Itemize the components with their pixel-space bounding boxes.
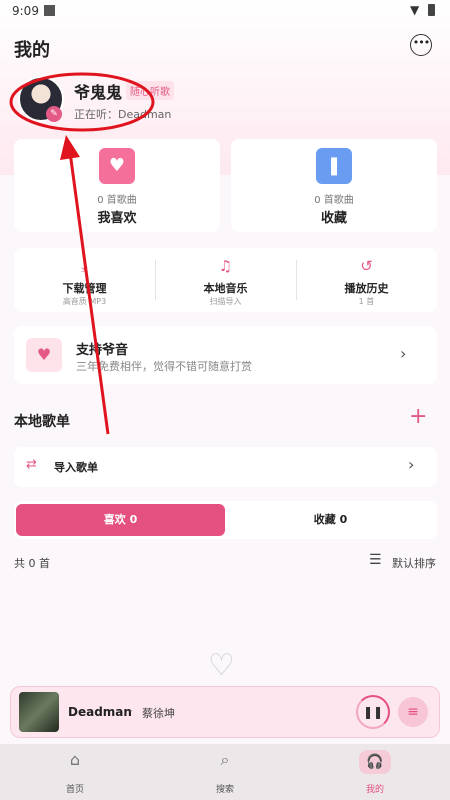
search-icon: ⌕: [220, 750, 230, 769]
list-segment-control: 喜欢 0 收藏 0: [14, 501, 437, 539]
support-title: 支持爷音: [76, 343, 129, 358]
history-icon: ↺: [360, 257, 373, 275]
support-card[interactable]: ♥ 支持爷音 三年免费相伴，觉得不错可随意打赏 ›: [14, 326, 437, 384]
song-total: 共 0 首: [14, 557, 50, 570]
album-cover: [19, 692, 59, 732]
bottom-nav: ⌂ 首页 ⌕ 搜索 🎧 我的: [0, 744, 450, 800]
favorites-count: 0 首歌曲: [97, 195, 137, 206]
local-playlists-title: 本地歌单: [14, 414, 70, 430]
add-playlist-button[interactable]: +: [409, 404, 427, 429]
nav-home-label: 首页: [65, 785, 84, 795]
notification-icon: [44, 5, 55, 16]
play-history-label: 播放历史: [344, 282, 389, 295]
support-subtitle: 三年免费相伴，觉得不错可随意打赏: [76, 360, 252, 373]
chevron-right-icon: ›: [408, 455, 415, 474]
download-label: 下载管理: [62, 282, 107, 295]
empty-heart-icon: ♡: [208, 648, 235, 683]
sort-button[interactable]: 默认排序: [392, 555, 436, 571]
import-playlist-row[interactable]: ⇄ 导入歌单 ›: [14, 447, 437, 487]
play-history-sub: 1 首: [358, 297, 375, 306]
play-history-button[interactable]: ↺ 播放历史 1 首: [296, 248, 437, 312]
status-bar: 9:09 ▼: [0, 0, 450, 22]
favorites-card[interactable]: ♥ 0 首歌曲 我喜欢: [14, 139, 220, 232]
download-sub: 高音质 MP3: [62, 297, 107, 306]
collections-count: 0 首歌曲: [314, 195, 354, 206]
collections-card[interactable]: ❚ 0 首歌曲 收藏: [231, 139, 437, 232]
tab-collections[interactable]: 收藏 0: [226, 504, 435, 536]
battery-icon: [428, 4, 435, 16]
user-name[interactable]: 爷鬼鬼: [74, 79, 122, 103]
sort-icon[interactable]: ☰: [369, 552, 382, 568]
page-title: 我的: [14, 40, 50, 61]
download-manager-button[interactable]: ⤓ 下载管理 高音质 MP3: [14, 248, 155, 312]
download-icon: ⤓: [81, 257, 88, 275]
chevron-right-icon: ›: [400, 344, 407, 363]
headphones-icon: 🎧: [359, 750, 391, 774]
local-music-sub: 扫描导入: [209, 297, 242, 306]
tools-card: ⤓ 下载管理 高音质 MP3 ♫ 本地音乐 扫描导入 ↺ 播放历史 1 首: [14, 248, 437, 312]
nav-home[interactable]: ⌂ 首页: [0, 744, 150, 800]
home-icon: ⌂: [69, 750, 81, 769]
user-tag-badge: 随心听歌: [126, 81, 174, 100]
wifi-icon: ▼: [410, 3, 420, 17]
heart-icon: ♥: [99, 148, 135, 184]
nav-mine-label: 我的: [365, 785, 384, 795]
import-label: 导入歌单: [54, 461, 98, 474]
song-artist: 蔡徐坤: [142, 707, 175, 720]
music-library-icon: ♫: [218, 257, 233, 275]
bookmark-icon: ❚: [316, 148, 352, 184]
nav-search[interactable]: ⌕ 搜索: [150, 744, 300, 800]
nav-mine[interactable]: 🎧 我的: [300, 744, 450, 800]
nav-search-label: 搜索: [215, 785, 234, 795]
tab-likes[interactable]: 喜欢 0: [16, 504, 225, 536]
more-options-button[interactable]: •••: [410, 34, 432, 56]
now-playing-text: 正在听：Deadman: [74, 108, 172, 121]
pause-button[interactable]: ❚❚: [356, 695, 390, 729]
song-title: Deadman: [68, 705, 132, 719]
pencil-icon[interactable]: ✎: [46, 106, 62, 122]
local-music-button[interactable]: ♫ 本地音乐 扫描导入: [155, 248, 296, 312]
favorites-label: 我喜欢: [97, 211, 137, 226]
import-link-icon: ⇄: [26, 457, 37, 472]
song-separator: ·: [129, 704, 133, 718]
status-time: 9:09: [12, 4, 39, 18]
playlist-queue-button[interactable]: ≡: [398, 697, 428, 727]
hand-heart-icon: ♥: [26, 338, 62, 372]
collections-label: 收藏: [320, 211, 347, 226]
mini-player[interactable]: Deadman · 蔡徐坤 ❚❚ ≡: [10, 686, 440, 738]
local-music-label: 本地音乐: [203, 282, 248, 295]
